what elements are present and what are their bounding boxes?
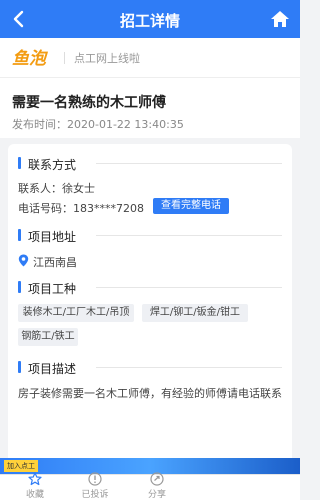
section-divider [96, 163, 282, 164]
address-value: 江西南昌 [33, 256, 77, 269]
section-title: 项目描述 [28, 362, 77, 376]
work-type-tag: 钢筋工/铁工 [18, 328, 78, 346]
section-divider [96, 367, 282, 368]
alert-circle-icon [88, 472, 102, 486]
job-title: 需要一名熟练的木工师傅 [12, 95, 166, 111]
section-address: 项目地址 [18, 226, 282, 244]
section-divider [96, 235, 282, 236]
banner-slogan: 点工网上线啦 [74, 52, 140, 65]
share-icon [150, 472, 164, 486]
section-title: 项目地址 [28, 230, 77, 244]
section-work-types: 项目工种 [18, 278, 282, 296]
section-title: 联系方式 [28, 158, 77, 172]
tab-share[interactable]: 分享 [122, 472, 192, 500]
section-marker [18, 157, 21, 169]
description-text: 房子装修需要一名木工师傅，有经验的师傅请电话联系 [18, 387, 282, 400]
job-detail-card: 联系方式 联系人：徐女士 电话号码：183****7208 查看完整电话 项目地… [8, 144, 292, 474]
star-icon [28, 472, 42, 486]
work-type-tag: 焊工/铆工/钣金/钳工 [142, 304, 248, 322]
home-icon[interactable] [268, 7, 292, 31]
job-header: 需要一名熟练的木工师傅 发布时间：2020-01-22 13:40:35 [0, 78, 300, 138]
section-title: 项目工种 [28, 282, 77, 296]
section-description: 项目描述 [18, 358, 282, 376]
contact-person: 联系人：徐女士 [18, 182, 95, 195]
section-marker [18, 281, 21, 293]
publish-time: 发布时间：2020-01-22 13:40:35 [12, 118, 184, 131]
section-divider [96, 287, 282, 288]
page-title: 招工详情 [119, 12, 180, 30]
tab-label: 分享 [147, 490, 166, 500]
tab-reported[interactable]: 已投诉 [60, 472, 130, 500]
tab-label: 已投诉 [81, 490, 109, 500]
app-logo: 鱼泡 [12, 49, 49, 68]
top-nav-bar: 招工详情 [0, 0, 300, 38]
section-contact: 联系方式 [18, 154, 282, 172]
ad-badge: 加入点工 [4, 460, 38, 472]
view-full-phone-button[interactable]: 查看完整电话 [153, 198, 229, 214]
bottom-tab-bar: 收藏 已投诉 分享 [0, 472, 300, 500]
work-type-tag: 装修木工/工厂木工/吊顶 [18, 304, 134, 322]
section-marker [18, 361, 21, 373]
svg-text:鱼泡: 鱼泡 [12, 49, 49, 68]
location-pin-icon [18, 254, 29, 267]
section-marker [18, 229, 21, 241]
contact-phone: 电话号码：183****7208 [18, 202, 144, 215]
banner-divider [64, 52, 65, 64]
app-banner: 鱼泡 点工网上线啦 [0, 38, 300, 78]
